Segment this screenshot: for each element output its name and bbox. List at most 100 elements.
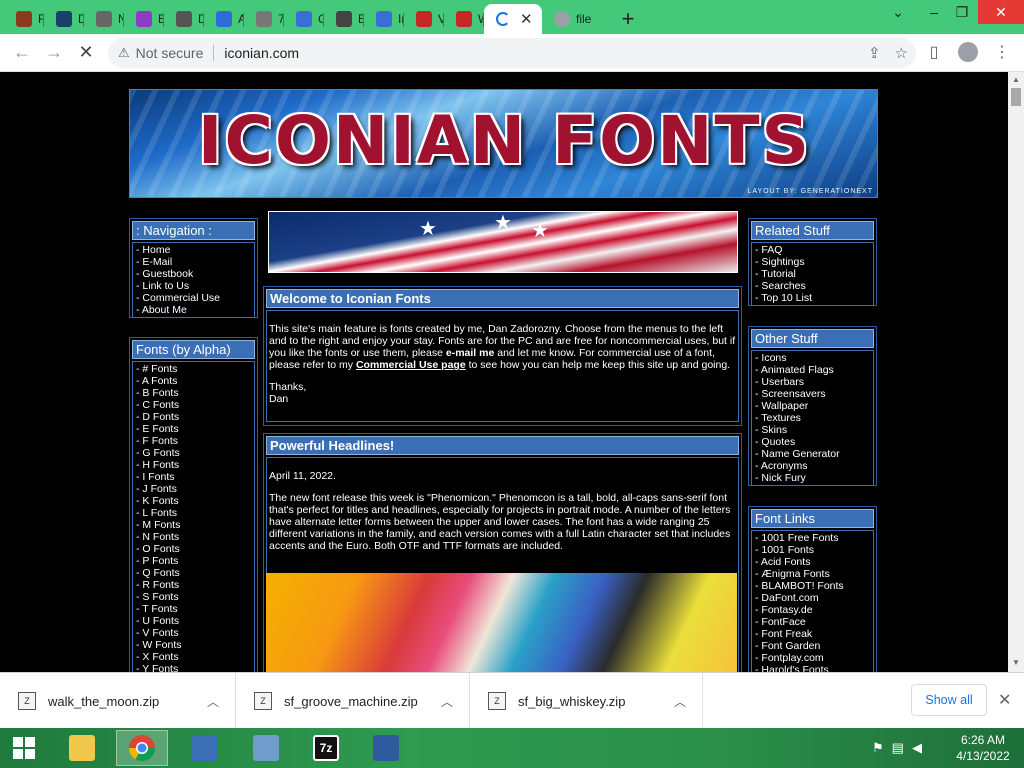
font-letter-link[interactable]: - L Fonts xyxy=(136,507,251,519)
chevron-up-icon[interactable]: ︿ xyxy=(441,693,453,710)
font-letter-link[interactable]: - G Fonts xyxy=(136,447,251,459)
flag-icon[interactable]: ⚑ xyxy=(872,740,884,756)
nav-link[interactable]: - Link to Us xyxy=(136,280,251,292)
network-app-button[interactable] xyxy=(178,730,230,766)
close-tab-icon[interactable]: ✕ xyxy=(520,10,533,28)
start-button[interactable] xyxy=(0,730,48,766)
other-link[interactable]: - Wallpaper xyxy=(755,400,870,412)
site-banner[interactable]: ICONIAN FONTS LAYOUT BY: GENERATIONEXT xyxy=(129,89,878,198)
nav-link[interactable]: - About Me xyxy=(136,304,251,316)
font-letter-link[interactable]: - # Fonts xyxy=(136,363,251,375)
browser-tab[interactable]: Wa xyxy=(444,4,484,34)
font-site-link[interactable]: - Acid Fonts xyxy=(755,556,870,568)
related-link[interactable]: - Sightings xyxy=(755,256,870,268)
stop-loading-button[interactable]: ✕ xyxy=(70,37,102,69)
forward-button[interactable]: → xyxy=(38,37,70,69)
related-link[interactable]: - Searches xyxy=(755,280,870,292)
other-link[interactable]: - Skins xyxy=(755,424,870,436)
font-letter-link[interactable]: - A Fonts xyxy=(136,375,251,387)
font-letter-link[interactable]: - N Fonts xyxy=(136,531,251,543)
nav-link[interactable]: - E-Mail xyxy=(136,256,251,268)
browser-tab[interactable]: Ent xyxy=(324,4,364,34)
font-site-link[interactable]: - Fontasy.de xyxy=(755,604,870,616)
bookmark-star-icon[interactable]: ☆ xyxy=(895,44,908,62)
font-letter-link[interactable]: - K Fonts xyxy=(136,495,251,507)
other-link[interactable]: - Acronyms xyxy=(755,460,870,472)
email-link[interactable]: e-mail me xyxy=(446,347,494,359)
profile-button[interactable] xyxy=(954,38,982,66)
share-icon[interactable]: ⇪ xyxy=(868,44,881,62)
chevron-up-icon[interactable]: ︿ xyxy=(674,693,686,710)
other-link[interactable]: - Textures xyxy=(755,412,870,424)
font-letter-link[interactable]: - X Fonts xyxy=(136,651,251,663)
other-link[interactable]: - Screensavers xyxy=(755,388,870,400)
nav-link[interactable]: - Commercial Use xyxy=(136,292,251,304)
tab-search-icon[interactable]: ⌄ xyxy=(878,0,918,24)
font-letter-link[interactable]: - R Fonts xyxy=(136,579,251,591)
font-site-link[interactable]: - Font Garden xyxy=(755,640,870,652)
volume-icon[interactable]: ◀ xyxy=(912,740,922,756)
system-clock[interactable]: 6:26 AM 4/13/2022 xyxy=(948,732,1018,764)
other-link[interactable]: - Name Generator xyxy=(755,448,870,460)
font-letter-link[interactable]: - T Fonts xyxy=(136,603,251,615)
nav-link[interactable]: - Guestbook xyxy=(136,268,251,280)
font-letter-link[interactable]: - V Fonts xyxy=(136,627,251,639)
font-letter-link[interactable]: - Y Fonts xyxy=(136,663,251,672)
browser-tab[interactable]: Vic xyxy=(404,4,444,34)
font-site-link[interactable]: - BLAMBOT! Fonts xyxy=(755,580,870,592)
browser-tab[interactable]: Do xyxy=(164,4,204,34)
browser-tab[interactable]: Av xyxy=(204,4,244,34)
font-preview-image[interactable] xyxy=(266,573,737,672)
scroll-down-icon[interactable]: ▼ xyxy=(1012,658,1020,667)
font-letter-link[interactable]: - F Fonts xyxy=(136,435,251,447)
scrollbar-thumb[interactable] xyxy=(1011,88,1021,106)
nav-link[interactable]: - Home xyxy=(136,244,251,256)
commercial-use-link[interactable]: Commercial Use page xyxy=(356,359,466,371)
tab-file[interactable]: file xyxy=(542,4,608,34)
tab-active[interactable]: ✕ xyxy=(484,4,542,34)
font-site-link[interactable]: - Harold's Fonts xyxy=(755,664,870,672)
font-letter-link[interactable]: - P Fonts xyxy=(136,555,251,567)
related-link[interactable]: - Top 10 List xyxy=(755,292,870,304)
file-explorer-button[interactable] xyxy=(56,730,108,766)
close-shelf-icon[interactable]: ✕ xyxy=(998,690,1011,710)
related-link[interactable]: - Tutorial xyxy=(755,268,870,280)
font-letter-link[interactable]: - B Fonts xyxy=(136,387,251,399)
font-site-link[interactable]: - DaFont.com xyxy=(755,592,870,604)
font-site-link[interactable]: - Font Freak xyxy=(755,628,870,640)
related-link[interactable]: - FAQ xyxy=(755,244,870,256)
back-button[interactable]: ← xyxy=(6,37,38,69)
font-site-link[interactable]: - 1001 Fonts xyxy=(755,544,870,556)
font-letter-link[interactable]: - M Fonts xyxy=(136,519,251,531)
side-panel-icon[interactable]: ▯ xyxy=(920,38,948,66)
font-site-link[interactable]: - FontFace xyxy=(755,616,870,628)
other-link[interactable]: - Icons xyxy=(755,352,870,364)
browser-tab[interactable]: Ins xyxy=(364,4,404,34)
browser-tab[interactable]: Ne xyxy=(84,4,124,34)
menu-icon[interactable]: ⋮ xyxy=(988,38,1016,66)
other-link[interactable]: - Nick Fury xyxy=(755,472,870,484)
vertical-scrollbar[interactable]: ▲ ▼ xyxy=(1008,72,1024,672)
show-all-button[interactable]: Show all xyxy=(911,684,987,716)
browser-tab[interactable]: Be xyxy=(124,4,164,34)
app-button[interactable] xyxy=(360,730,412,766)
browser-tab[interactable]: 70( xyxy=(244,4,284,34)
font-letter-link[interactable]: - Q Fonts xyxy=(136,567,251,579)
chrome-button[interactable] xyxy=(116,730,168,766)
font-letter-link[interactable]: - S Fonts xyxy=(136,591,251,603)
other-link[interactable]: - Quotes xyxy=(755,436,870,448)
font-letter-link[interactable]: - O Fonts xyxy=(136,543,251,555)
address-bar[interactable]: ⚠ Not secure iconian.com ⇪ ☆ xyxy=(108,38,916,68)
font-letter-link[interactable]: - J Fonts xyxy=(136,483,251,495)
close-window-icon[interactable]: ✕ xyxy=(978,0,1024,24)
download-item[interactable]: Z sf_groove_machine.zip ︿ xyxy=(236,673,470,729)
font-site-link[interactable]: - 1001 Free Fonts xyxy=(755,532,870,544)
browser-tab[interactable]: Do xyxy=(44,4,84,34)
browser-tab[interactable]: Co xyxy=(284,4,324,34)
browser-tab[interactable]: Ro xyxy=(4,4,44,34)
font-site-link[interactable]: - Fontplay.com xyxy=(755,652,870,664)
chevron-up-icon[interactable]: ︿ xyxy=(207,693,219,710)
font-letter-link[interactable]: - C Fonts xyxy=(136,399,251,411)
font-letter-link[interactable]: - H Fonts xyxy=(136,459,251,471)
other-link[interactable]: - Animated Flags xyxy=(755,364,870,376)
